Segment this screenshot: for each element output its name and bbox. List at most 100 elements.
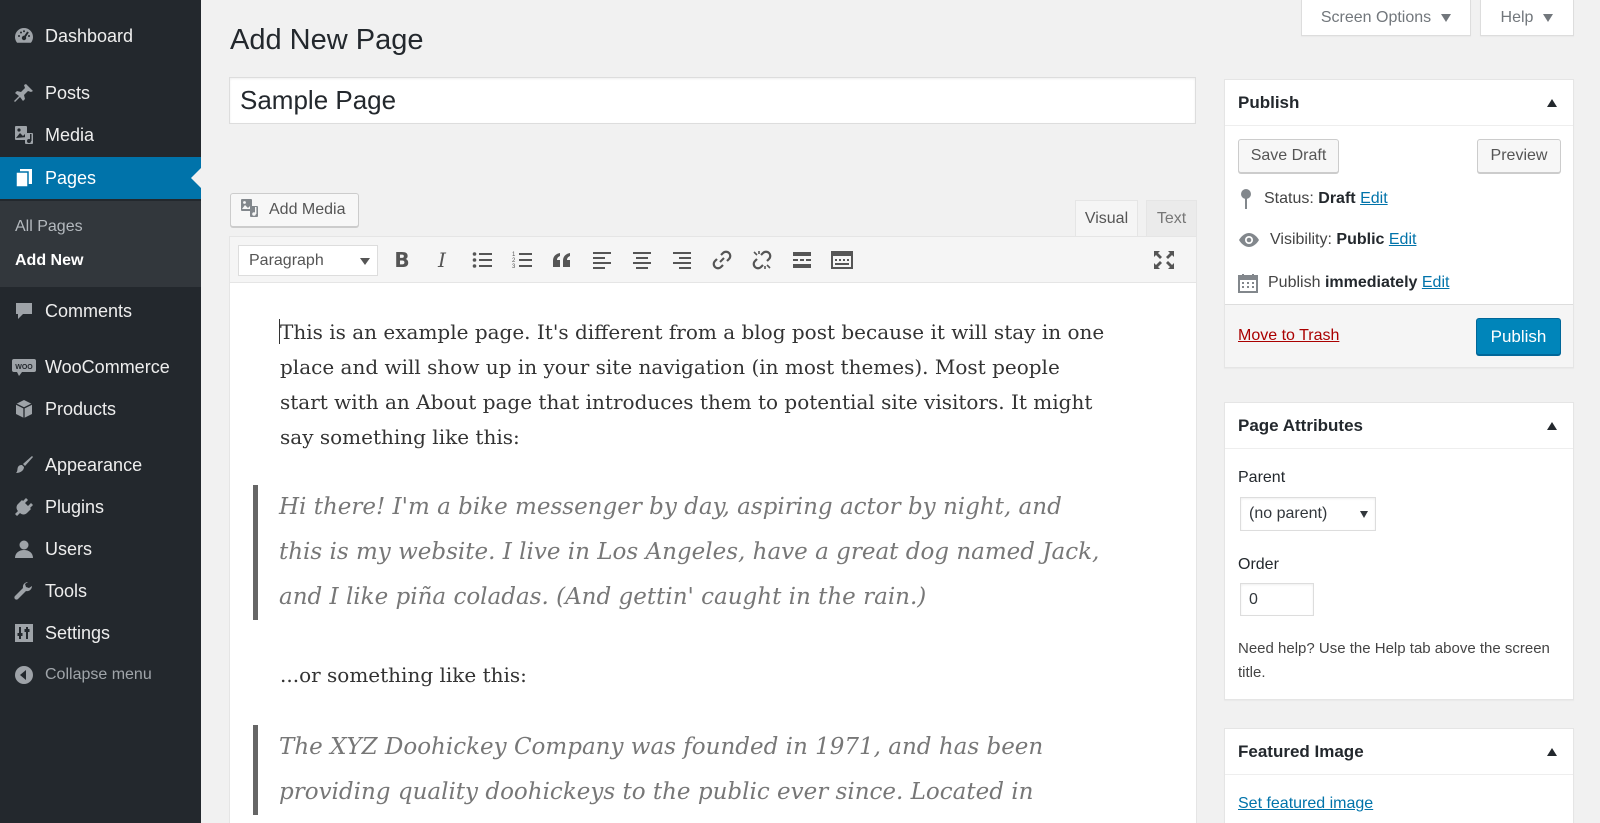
eye-icon — [1239, 233, 1259, 247]
help-label: Help — [1500, 8, 1534, 26]
publish-button-label: Publish — [1490, 326, 1547, 346]
content-paragraph: This is an example page. It's different … — [280, 320, 1105, 449]
editor-content[interactable]: This is an example page. It's different … — [253, 315, 1110, 823]
page-attributes-header[interactable]: Page Attributes — [1225, 403, 1573, 449]
format-select-value: Paragraph — [249, 251, 324, 269]
edit-visibility-link[interactable]: Edit — [1389, 231, 1417, 248]
sidebar-item-label: Tools — [45, 580, 88, 601]
collapse-toggle-icon[interactable] — [1547, 422, 1557, 430]
sidebar-item-woocommerce[interactable]: WOO WooCommerce — [0, 346, 201, 388]
submenu-item-add-new[interactable]: Add New — [15, 252, 83, 270]
publish-actions: Move to Trash Publish — [1225, 304, 1573, 367]
align-right-icon — [673, 252, 691, 269]
wrench-icon — [12, 579, 36, 603]
chevron-down-icon — [1360, 511, 1368, 518]
svg-text:3: 3 — [512, 264, 516, 269]
bold-button[interactable]: B — [385, 243, 419, 277]
set-featured-image-link[interactable]: Set featured image — [1238, 795, 1373, 813]
numbered-list-button[interactable]: 123 — [505, 243, 539, 277]
publish-button[interactable]: Publish — [1476, 318, 1561, 355]
screen-options-button[interactable]: Screen Options — [1301, 0, 1471, 36]
status-row: Status: Draft Edit — [1238, 188, 1388, 210]
page-attributes-box: Page Attributes Parent (no parent) Order… — [1224, 402, 1574, 700]
toolbar-toggle-button[interactable] — [825, 243, 859, 277]
post-title-input[interactable] — [229, 77, 1196, 124]
collapse-menu-label: Collapse menu — [45, 666, 152, 683]
publish-time-label: Publish — [1268, 274, 1321, 291]
publish-box-header[interactable]: Publish — [1225, 80, 1573, 126]
sidebar-item-pages[interactable]: Pages — [0, 157, 201, 199]
align-center-button[interactable] — [625, 243, 659, 277]
align-left-icon — [593, 252, 611, 269]
sidebar-item-tools[interactable]: Tools — [0, 570, 201, 612]
sidebar-item-settings[interactable]: Settings — [0, 612, 201, 654]
sidebar-item-posts[interactable]: Posts — [0, 72, 201, 114]
align-left-button[interactable] — [585, 243, 619, 277]
move-to-trash-link[interactable]: Move to Trash — [1238, 327, 1339, 345]
read-more-button[interactable] — [785, 243, 819, 277]
fullscreen-button[interactable] — [1147, 243, 1181, 277]
collapse-menu-button[interactable]: Collapse menu — [0, 654, 201, 696]
settings-sliders-icon — [12, 621, 36, 645]
content-blockquote: The XYZ Doohickey Company was founded in… — [253, 725, 1110, 815]
calendar-icon — [1238, 274, 1258, 293]
editor-toolbar: Paragraph B I 123 — [230, 237, 1196, 283]
media-icon — [12, 123, 36, 147]
pages-icon — [12, 166, 36, 190]
sidebar-item-products[interactable]: Products — [0, 388, 201, 430]
fullscreen-icon — [1154, 251, 1174, 269]
edit-publish-time-link[interactable]: Edit — [1422, 274, 1450, 291]
remove-link-icon — [752, 250, 772, 270]
sidebar-item-label: WooCommerce — [45, 356, 170, 377]
sidebar-item-users[interactable]: Users — [0, 528, 201, 570]
preview-button[interactable]: Preview — [1477, 139, 1561, 173]
blockquote-button[interactable] — [545, 243, 579, 277]
parent-select[interactable]: (no parent) — [1240, 497, 1376, 531]
bold-icon: B — [394, 248, 410, 272]
visibility-row: Visibility: Public Edit — [1238, 231, 1416, 249]
featured-image-title: Featured Image — [1238, 741, 1364, 761]
sidebar-item-label: Posts — [45, 82, 91, 103]
paintbrush-icon — [12, 453, 36, 477]
align-right-button[interactable] — [665, 243, 699, 277]
italic-button[interactable]: I — [425, 243, 459, 277]
collapse-toggle-icon[interactable] — [1547, 99, 1557, 107]
tab-visual-label: Visual — [1084, 209, 1129, 227]
format-select[interactable]: Paragraph — [238, 245, 378, 276]
edit-status-link[interactable]: Edit — [1360, 190, 1388, 207]
featured-image-header[interactable]: Featured Image — [1225, 729, 1573, 775]
add-media-label: Add Media — [269, 201, 346, 218]
tab-visual[interactable]: Visual — [1075, 200, 1138, 236]
dashboard-icon — [12, 24, 36, 48]
tab-text[interactable]: Text — [1146, 200, 1197, 236]
bulleted-list-button[interactable] — [465, 243, 499, 277]
publish-box-title: Publish — [1238, 92, 1300, 112]
page-attributes-title: Page Attributes — [1238, 415, 1364, 435]
sidebar-item-plugins[interactable]: Plugins — [0, 486, 201, 528]
sidebar-item-dashboard[interactable]: Dashboard — [0, 15, 201, 57]
order-label: Order — [1238, 556, 1279, 573]
help-button[interactable]: Help — [1480, 0, 1574, 36]
sidebar-item-comments[interactable]: Comments — [0, 290, 201, 332]
sidebar-item-appearance[interactable]: Appearance — [0, 444, 201, 486]
submenu-item-all-pages[interactable]: All Pages — [15, 218, 83, 236]
visibility-label: Visibility: — [1270, 231, 1332, 248]
comment-icon — [12, 299, 36, 323]
add-media-button[interactable]: Add Media — [230, 193, 359, 227]
sidebar-item-label: Users — [45, 538, 93, 559]
sidebar-item-media[interactable]: Media — [0, 114, 201, 156]
content-blockquote: Hi there! I'm a bike messenger by day, a… — [253, 485, 1110, 620]
sidebar-item-label: Settings — [45, 622, 111, 643]
products-box-icon — [12, 397, 36, 421]
collapse-arrow-icon — [12, 663, 36, 687]
content-paragraph: ...or something like this: — [280, 663, 527, 687]
remove-link-button[interactable] — [745, 243, 779, 277]
insert-link-icon — [712, 250, 732, 270]
svg-text:WOO: WOO — [15, 364, 33, 371]
save-draft-button[interactable]: Save Draft — [1238, 139, 1339, 173]
page-attributes-help-text: Need help? Use the Help tab above the sc… — [1238, 640, 1550, 681]
order-input[interactable] — [1240, 583, 1314, 616]
chevron-down-icon — [360, 258, 370, 265]
insert-link-button[interactable] — [705, 243, 739, 277]
collapse-toggle-icon[interactable] — [1547, 748, 1557, 756]
